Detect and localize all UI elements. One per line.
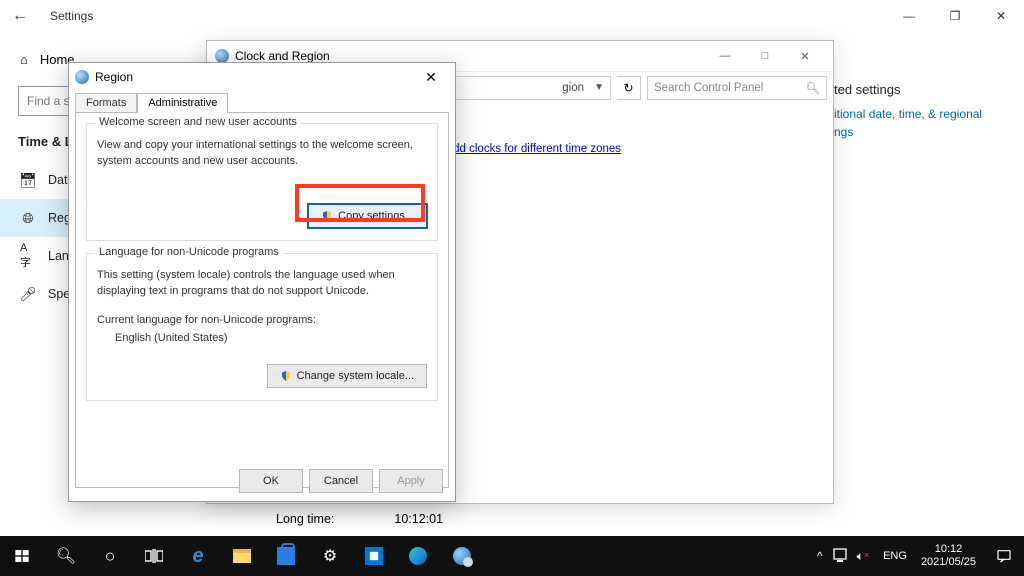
apply-button: Apply (379, 469, 443, 493)
shield-icon (321, 210, 333, 222)
cortana-button[interactable]: ○ (88, 536, 132, 576)
edge-icon (409, 547, 427, 565)
cp-link-add-clocks[interactable]: Add clocks for different time zones (445, 143, 621, 155)
close-button[interactable]: ✕ (978, 0, 1024, 32)
current-language-label: Current language for non-Unicode program… (97, 314, 427, 326)
region-tabs: Formats Administrative (75, 93, 449, 113)
search-icon: 🔍︎ (805, 81, 820, 95)
cp-close-button[interactable]: ✕ (785, 44, 825, 68)
globe-icon (215, 49, 229, 63)
tab-administrative[interactable]: Administrative (137, 93, 228, 113)
folder-icon (233, 549, 251, 563)
chevron-down-icon: ▼ (594, 82, 604, 93)
tab-body: Welcome screen and new user accounts Vie… (75, 112, 449, 488)
maximize-button[interactable]: ❐ (932, 0, 978, 32)
taskbar-search-button[interactable]: 🔍︎ (44, 536, 88, 576)
cp-refresh-button[interactable]: ↻ (617, 76, 641, 100)
taskbar-app-store[interactable] (264, 536, 308, 576)
taskbar-app-explorer[interactable] (220, 536, 264, 576)
network-icon[interactable] (833, 548, 847, 565)
cancel-button[interactable]: Cancel (309, 469, 373, 493)
system-tray[interactable]: ^ 🔈︎× (809, 548, 877, 565)
region-titlebar[interactable]: Region ✕ (69, 63, 455, 91)
window-controls: ― ❐ ✕ (886, 0, 1024, 32)
change-system-locale-button[interactable]: Change system locale... (267, 364, 427, 388)
volume-icon[interactable]: 🔈︎× (857, 549, 869, 564)
related-heading: ted settings (834, 82, 1004, 97)
change-locale-label: Change system locale... (297, 370, 414, 382)
taskbar-app-edge[interactable] (396, 536, 440, 576)
start-button[interactable] (0, 536, 44, 576)
taskbar-app-settings[interactable]: ⚙︎ (308, 536, 352, 576)
group-non-unicode: Language for non-Unicode programs This s… (86, 253, 438, 401)
action-center-button[interactable] (984, 536, 1024, 576)
back-button[interactable]: ← (0, 0, 40, 32)
taskbar-clock[interactable]: 10:12 2021/05/25 (913, 543, 984, 569)
copy-settings-button[interactable]: Copy settings... (308, 204, 427, 228)
region-title: Region (95, 70, 133, 84)
current-language-value: English (United States) (115, 332, 427, 344)
globe-icon: 🌐︎ (20, 210, 36, 226)
language-icon: A字 (20, 248, 36, 264)
cp-maximize-button[interactable]: □ (745, 44, 785, 68)
taskbar-app-controlpanel[interactable] (440, 536, 484, 576)
store-icon (277, 547, 295, 565)
calendar-icon: 📅︎ (20, 172, 36, 188)
intl-icon (453, 547, 471, 565)
cp-search-input[interactable]: Search Control Panel 🔍︎ (647, 76, 827, 100)
group-description: This setting (system locale) controls th… (97, 268, 427, 300)
group-description: View and copy your international setting… (97, 138, 427, 170)
cp-title: Clock and Region (235, 49, 330, 63)
related-settings: ted settings itional date, time, & regio… (834, 82, 1004, 141)
taskbar: 🔍︎ ○ e ⚙︎ ^ 🔈︎× ENG 10:12 2021/05/25 (0, 536, 1024, 576)
minimize-button[interactable]: ― (886, 0, 932, 32)
shield-icon (280, 370, 292, 382)
copy-settings-label: Copy settings... (338, 210, 414, 222)
settings-titlebar: ← Settings (0, 0, 1024, 32)
group-welcome-screen: Welcome screen and new user accounts Vie… (86, 123, 438, 241)
settings-title: Settings (50, 9, 93, 23)
dialog-buttons: OK Cancel Apply (69, 469, 455, 493)
related-link-regional[interactable]: itional date, time, & regional ngs (834, 107, 982, 139)
cp-search-placeholder: Search Control Panel (654, 82, 763, 94)
taskbar-app-ie[interactable]: e (176, 536, 220, 576)
clock-time: 10:12 (921, 543, 976, 556)
chevron-up-icon[interactable]: ^ (817, 549, 823, 563)
clock-date: 2021/05/25 (921, 556, 976, 569)
long-time-value: 10:12:01 (394, 512, 443, 526)
region-dialog: Region ✕ Formats Administrative Welcome … (68, 62, 456, 502)
cp-breadcrumb-text: gion (562, 82, 584, 94)
home-icon: ⌂ (20, 52, 28, 67)
long-time-label: Long time: (276, 512, 334, 526)
globe-icon (75, 70, 89, 84)
group-legend: Language for non-Unicode programs (95, 246, 283, 258)
microphone-icon: 🎤︎ (20, 286, 36, 302)
group-legend: Welcome screen and new user accounts (95, 116, 301, 128)
window-icon (365, 547, 383, 565)
region-close-button[interactable]: ✕ (413, 66, 449, 88)
cp-minimize-button[interactable]: ― (705, 44, 745, 68)
ok-button[interactable]: OK (239, 469, 303, 493)
tab-formats[interactable]: Formats (75, 93, 137, 113)
task-view-button[interactable] (132, 536, 176, 576)
taskbar-app-window[interactable] (352, 536, 396, 576)
language-indicator[interactable]: ENG (877, 550, 913, 562)
